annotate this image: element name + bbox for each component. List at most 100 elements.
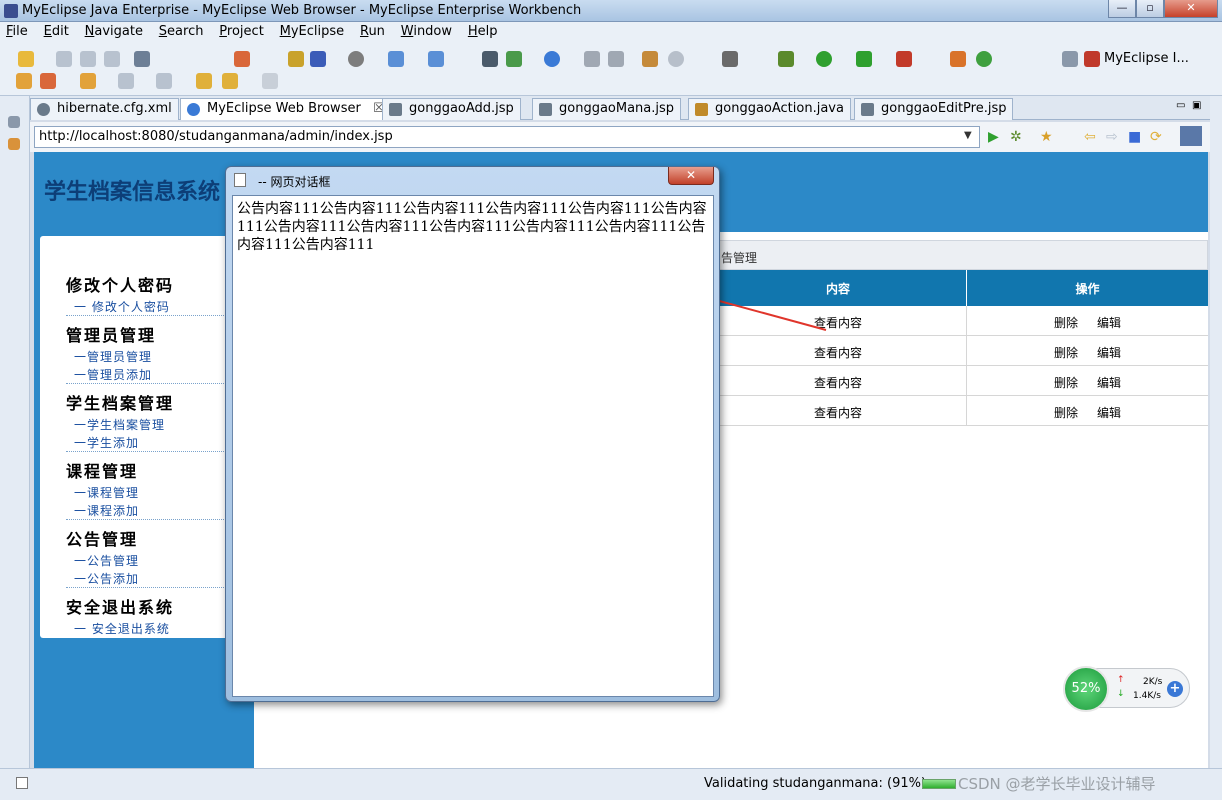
forward-icon[interactable]: ⇨ [1106,129,1118,145]
favorites-icon[interactable]: ★ [1040,129,1053,145]
run-icon[interactable] [816,51,832,67]
delete-link[interactable]: 删除 [1054,316,1078,330]
external-tools-icon[interactable] [950,51,966,67]
debug-icon[interactable] [778,51,794,67]
delete-link[interactable]: 删除 [1054,406,1078,420]
sidebar-item-logout[interactable]: 一 安全退出系统 [74,620,170,637]
console-icon[interactable] [134,51,150,67]
menu-window[interactable]: Window [395,22,458,39]
dialog-close-button[interactable]: ✕ [668,167,714,185]
menu-run[interactable]: Run [354,22,391,39]
sidebar-item-student-manage[interactable]: 一学生档案管理 [74,416,165,433]
tab-gonggaoadd[interactable]: gonggaoAdd.jsp [382,98,521,120]
next-annotation-icon[interactable] [118,73,134,89]
minimize-editor-icon[interactable]: ▭ [1176,100,1185,111]
section-admin[interactable]: 管理员管理 [66,322,156,346]
deploy-icon[interactable] [234,51,250,67]
maximize-editor-icon[interactable]: ▣ [1192,100,1201,111]
edit-link[interactable]: 编辑 [1097,346,1121,360]
print-icon[interactable] [104,51,120,67]
section-logout[interactable]: 安全退出系统 [66,594,174,618]
stop-page-icon[interactable]: ■ [1128,129,1141,145]
save-icon[interactable] [56,51,72,67]
tab-gonggaoaction[interactable]: gonggaoAction.java [688,98,851,120]
perspective-switcher[interactable]: MyEclipse I... [1104,51,1189,66]
view-content-link[interactable]: 查看内容 [710,374,966,391]
server-icon[interactable] [348,51,364,67]
last-edit-icon[interactable] [196,73,212,89]
globe-icon[interactable] [544,51,560,67]
maximize-button[interactable]: ▫ [1136,0,1164,18]
sidebar-item-course-add[interactable]: 一课程添加 [74,502,139,519]
table-icon[interactable] [642,51,658,67]
wizard-icon[interactable] [388,51,404,67]
camera-icon[interactable] [722,51,738,67]
refresh-page-icon[interactable]: ⟳ [1150,129,1162,145]
cube-icon[interactable] [310,51,326,67]
minimize-button[interactable]: — [1108,0,1136,18]
fast-view-icon[interactable] [16,777,28,789]
menu-navigate[interactable]: Navigate [79,22,149,39]
search-tool-icon[interactable] [428,51,444,67]
menu-help[interactable]: Help [462,22,504,39]
edit-link[interactable]: 编辑 [1097,406,1121,420]
back-arrow-icon[interactable] [222,73,238,89]
new-icon[interactable] [18,51,34,67]
network-monitor-widget[interactable]: 52% ↑ ↓ 2K/s 1.4K/s + [1063,666,1190,712]
section-course[interactable]: 课程管理 [66,458,138,482]
refresh-icon[interactable] [976,51,992,67]
package-explorer-icon[interactable] [8,138,20,150]
close-button[interactable]: ✕ [1164,0,1218,18]
menu-search[interactable]: Search [153,22,210,39]
tab-hibernate-cfg[interactable]: hibernate.cfg.xml [30,98,179,120]
url-input[interactable]: http://localhost:8080/studanganmana/admi… [34,126,980,148]
tab-gonggaoeditpre[interactable]: gonggaoEditPre.jsp [854,98,1014,120]
menu-project[interactable]: Project [213,22,270,39]
add-icon[interactable]: + [1167,681,1183,697]
clock-icon[interactable] [668,51,684,67]
bug-icon[interactable]: ✲ [1010,129,1022,145]
package-icon[interactable] [288,51,304,67]
prev-annotation-icon[interactable] [156,73,172,89]
section-password[interactable]: 修改个人密码 [66,272,174,296]
menu-edit[interactable]: Edit [38,22,75,39]
url-dropdown-icon[interactable]: ▼ [964,130,972,141]
hierarchy-icon[interactable] [482,51,498,67]
edit-link[interactable]: 编辑 [1097,376,1121,390]
tree-icon[interactable] [506,51,522,67]
sidebar-item-change-password[interactable]: 一 修改个人密码 [74,298,170,315]
sidebar-item-admin-add[interactable]: 一管理员添加 [74,366,152,383]
back-icon[interactable]: ⇦ [1084,129,1096,145]
forward-arrow-icon[interactable] [262,73,278,89]
open-type-icon[interactable] [80,73,96,89]
sidebar-item-notice-manage[interactable]: 一公告管理 [74,552,139,569]
save-all-icon[interactable] [80,51,96,67]
section-student[interactable]: 学生档案管理 [66,390,174,414]
sidebar-item-admin-manage[interactable]: 一管理员管理 [74,348,152,365]
table-row: 查看内容 删除 编辑 [710,396,1208,426]
tab-web-browser[interactable]: MyEclipse Web Browser ☒ [180,98,392,120]
view-content-link[interactable]: 查看内容 [710,344,966,361]
menu-myeclipse[interactable]: MyEclipse [274,22,351,39]
stop-icon[interactable] [896,51,912,67]
edit-link[interactable]: 编辑 [1097,316,1121,330]
db-icon[interactable] [584,51,600,67]
open-folder-icon[interactable] [16,73,32,89]
open-perspective-icon[interactable] [1062,51,1078,67]
db-refresh-icon[interactable] [608,51,624,67]
section-notice[interactable]: 公告管理 [66,526,138,550]
tab-gonggaomana[interactable]: gonggaoMana.jsp [532,98,682,120]
myeclipse-perspective-icon[interactable] [1084,51,1100,67]
sidebar-item-notice-add[interactable]: 一公告添加 [74,570,139,587]
menu-file[interactable]: File [0,22,34,39]
sidebar-item-student-add[interactable]: 一学生添加 [74,434,139,451]
tab-label: MyEclipse Web Browser [207,101,361,116]
run-config-icon[interactable] [856,51,872,67]
delete-link[interactable]: 删除 [1054,376,1078,390]
brush-icon[interactable] [40,73,56,89]
sidebar-item-course-manage[interactable]: 一课程管理 [74,484,139,501]
restore-view-icon[interactable] [8,116,20,128]
go-icon[interactable]: ▶ [988,129,999,145]
delete-link[interactable]: 删除 [1054,346,1078,360]
view-content-link[interactable]: 查看内容 [710,404,966,421]
